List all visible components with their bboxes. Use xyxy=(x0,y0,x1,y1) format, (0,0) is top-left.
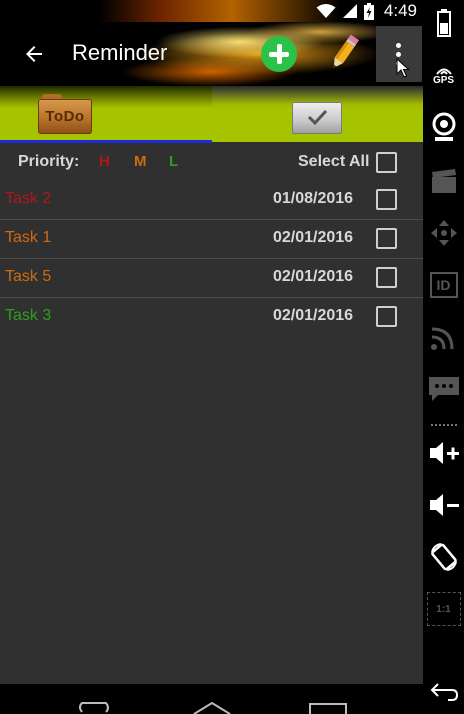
task-date: 02/01/2016 xyxy=(273,307,354,324)
panel-divider xyxy=(431,424,457,428)
wifi-icon xyxy=(316,4,336,18)
volume-down-button[interactable] xyxy=(423,486,464,524)
task-date: 02/01/2016 xyxy=(273,229,354,246)
tab-completed[interactable] xyxy=(212,86,423,142)
status-bar: 4:49 xyxy=(0,0,423,22)
mouse-cursor-icon xyxy=(396,58,410,78)
task-date: 02/01/2016 xyxy=(273,268,354,285)
priority-label: Priority: xyxy=(18,153,80,170)
navigation-bar xyxy=(0,684,423,714)
emulator-side-panel: GPS ID 1:1 xyxy=(423,0,464,714)
battery-control[interactable] xyxy=(423,4,464,42)
rotate-screen-icon xyxy=(430,543,457,571)
task-checkbox[interactable] xyxy=(376,189,397,210)
dpad-control[interactable] xyxy=(423,214,464,252)
message-bubble-icon xyxy=(428,377,459,401)
nav-home-icon[interactable] xyxy=(192,700,232,714)
volume-down-icon xyxy=(429,494,459,516)
app-screen: 4:49 Reminder ToDo Priority: H M L Selec… xyxy=(0,0,423,714)
emulator-back-button[interactable] xyxy=(423,672,464,710)
task-name: Task 1 xyxy=(5,229,52,246)
scale-icon: 1:1 xyxy=(426,592,461,626)
id-label: ID xyxy=(436,277,451,293)
task-date: 01/08/2016 xyxy=(273,190,354,207)
rss-signal-icon xyxy=(430,327,453,350)
task-checkbox[interactable] xyxy=(376,267,397,288)
webcam-icon xyxy=(432,112,455,141)
nav-recents-icon[interactable] xyxy=(308,700,348,714)
tab-bar: ToDo xyxy=(0,86,423,143)
screen-record-control[interactable] xyxy=(423,162,464,200)
gps-signal-icon xyxy=(435,68,452,75)
task-row[interactable]: Task 5 02/01/2016 xyxy=(0,259,423,298)
clapperboard-icon xyxy=(431,169,456,193)
task-checkbox[interactable] xyxy=(376,228,397,249)
signal-icon xyxy=(342,4,357,18)
pencil-edit-icon[interactable] xyxy=(326,32,362,74)
todo-tab-label: ToDo xyxy=(45,108,85,125)
id-badge-icon: ID xyxy=(429,272,458,298)
task-list: Task 2 01/08/2016 Task 1 02/01/2016 Task… xyxy=(0,181,423,336)
volume-up-icon xyxy=(429,442,459,464)
scale-label: 1:1 xyxy=(436,603,451,615)
todo-folder-icon: ToDo xyxy=(38,94,92,134)
overflow-dot-icon xyxy=(396,43,401,48)
camera-control[interactable] xyxy=(423,108,464,146)
scale-button[interactable]: 1:1 xyxy=(423,590,464,628)
priority-medium-filter[interactable]: M xyxy=(134,153,147,170)
sms-control[interactable] xyxy=(423,370,464,408)
dpad-icon xyxy=(430,220,457,246)
overflow-menu-button[interactable] xyxy=(376,26,422,82)
select-all-label: Select All xyxy=(298,153,370,170)
nav-back-icon[interactable] xyxy=(76,700,112,714)
device-id-control[interactable]: ID xyxy=(423,266,464,304)
volume-up-button[interactable] xyxy=(423,434,464,472)
gps-control[interactable]: GPS xyxy=(423,56,464,94)
priority-low-filter[interactable]: L xyxy=(169,153,178,170)
task-checkbox[interactable] xyxy=(376,306,397,327)
task-row[interactable]: Task 1 02/01/2016 xyxy=(0,220,423,259)
back-arrow-icon xyxy=(430,683,458,701)
task-row[interactable]: Task 2 01/08/2016 xyxy=(0,181,423,220)
network-control[interactable] xyxy=(423,318,464,356)
action-bar: Reminder xyxy=(0,22,423,86)
task-name: Task 5 xyxy=(5,268,52,285)
task-row[interactable]: Task 3 02/01/2016 xyxy=(0,298,423,336)
select-all-checkbox[interactable] xyxy=(376,152,397,173)
checkmark-box-icon xyxy=(292,102,342,134)
add-task-button[interactable] xyxy=(261,36,297,72)
gps-label: GPS xyxy=(432,74,455,86)
rotate-button[interactable] xyxy=(423,538,464,576)
status-time: 4:49 xyxy=(383,1,417,20)
status-icons: 4:49 xyxy=(316,0,417,22)
battery-charging-icon xyxy=(363,2,374,20)
task-name: Task 2 xyxy=(5,190,52,207)
page-title: Reminder xyxy=(72,40,168,65)
tab-todo[interactable]: ToDo xyxy=(0,86,212,143)
tab-todo-background xyxy=(0,86,212,142)
priority-filter-row: Priority: H M L Select All xyxy=(0,144,423,180)
task-name: Task 3 xyxy=(5,307,52,324)
battery-icon xyxy=(436,9,451,37)
priority-high-filter[interactable]: H xyxy=(99,153,110,170)
overflow-dot-icon xyxy=(396,52,401,57)
tab-selected-indicator xyxy=(0,140,212,143)
flame-decoration xyxy=(100,0,340,22)
back-arrow-icon[interactable] xyxy=(22,42,46,66)
